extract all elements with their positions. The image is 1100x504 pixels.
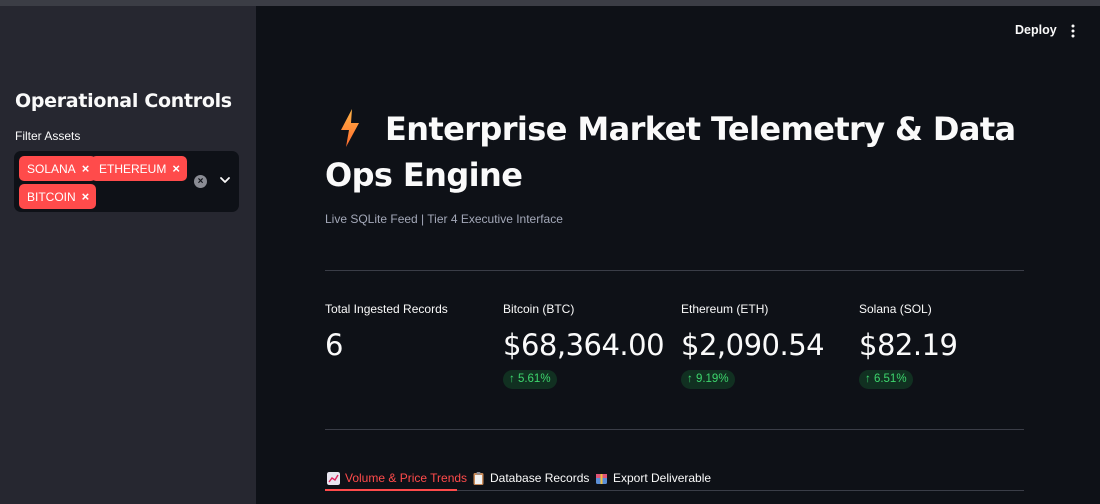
tab-database-records[interactable]: Database Records (472, 464, 589, 492)
sidebar: Operational Controls Filter Assets SOLAN… (0, 6, 256, 504)
filter-assets-multiselect[interactable]: SOLANA × ETHEREUM × BITCOIN × × (14, 151, 239, 212)
metric-total-records: Total Ingested Records 6 (325, 302, 448, 362)
metric-ethereum: Ethereum (ETH) $2,090.54 ↑ 9.19% (681, 302, 825, 389)
divider (325, 429, 1024, 430)
tab-label: Export Deliverable (613, 471, 712, 485)
metric-label: Total Ingested Records (325, 302, 448, 316)
metric-label: Bitcoin (BTC) (503, 302, 575, 316)
deploy-button[interactable]: Deploy (1015, 23, 1057, 37)
page-subtitle: Live SQLite Feed | Tier 4 Executive Inte… (325, 212, 563, 226)
delta-badge: ↑ 6.51% (859, 370, 913, 389)
divider (325, 270, 1024, 271)
metric-value: 6 (325, 328, 343, 362)
metric-value: $82.19 (859, 328, 958, 362)
metric-value: $68,364.00 (503, 328, 665, 362)
tag-label: BITCOIN (27, 189, 76, 204)
chevron-down-icon[interactable] (218, 173, 232, 187)
delta-badge: ↑ 9.19% (681, 370, 735, 389)
clear-all-icon[interactable]: × (194, 175, 207, 188)
metric-label: Ethereum (ETH) (681, 302, 769, 316)
tag-label: SOLANA (27, 161, 76, 176)
tab-export-deliverable[interactable]: Export Deliverable (595, 464, 711, 492)
metric-label: Solana (SOL) (859, 302, 932, 316)
page-title: Enterprise Market Telemetry & Data Ops E… (325, 110, 1016, 194)
chart-icon (327, 471, 340, 485)
tag-label: ETHEREUM (99, 161, 167, 176)
tab-volume-price-trends[interactable]: Volume & Price Trends (327, 464, 467, 492)
metric-solana: Solana (SOL) $82.19 ↑ 6.51% (859, 302, 958, 389)
remove-tag-icon[interactable]: × (172, 161, 180, 176)
tag-ethereum: ETHEREUM × (91, 156, 187, 181)
clipboard-icon (473, 471, 484, 485)
tab-label: Volume & Price Trends (345, 471, 468, 485)
metric-value: $2,090.54 (681, 328, 825, 362)
active-tab-indicator (325, 489, 457, 491)
tab-label: Database Records (490, 471, 590, 485)
sidebar-title: Operational Controls (15, 90, 232, 112)
tag-solana: SOLANA × (19, 156, 97, 181)
remove-tag-icon[interactable]: × (82, 189, 90, 204)
tab-bar: Volume & Price Trends Database Records E… (325, 464, 1024, 492)
tag-bitcoin: BITCOIN × (19, 184, 97, 209)
filter-assets-label: Filter Assets (15, 129, 81, 143)
more-menu-icon[interactable] (1070, 24, 1076, 38)
remove-tag-icon[interactable]: × (82, 161, 90, 176)
delta-badge: ↑ 5.61% (503, 370, 557, 389)
metric-bitcoin: Bitcoin (BTC) $68,364.00 ↑ 5.61% (503, 302, 665, 389)
package-icon (596, 473, 607, 484)
